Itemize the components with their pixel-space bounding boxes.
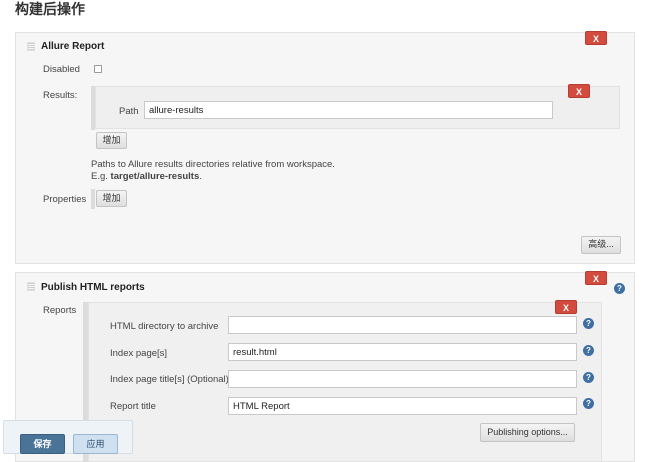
drag-handle-icon[interactable] xyxy=(27,42,35,51)
apply-button[interactable]: 应用 xyxy=(73,434,118,454)
hint-line-2: E.g. target/allure-results. xyxy=(91,171,202,182)
drag-handle-icon[interactable] xyxy=(27,282,35,291)
html-directory-label: HTML directory to archive xyxy=(110,321,219,332)
results-label: Results: xyxy=(43,90,78,101)
advanced-button[interactable]: 高级... xyxy=(581,236,621,254)
hint-end: . xyxy=(199,171,202,182)
report-title-input[interactable] xyxy=(228,397,577,415)
path-delete-button[interactable]: X xyxy=(568,84,590,98)
results-add-button[interactable]: 增加 xyxy=(96,132,127,149)
report-delete-button[interactable]: X xyxy=(555,300,577,314)
index-page-titles-input[interactable] xyxy=(228,370,577,388)
allure-report-title: Allure Report xyxy=(41,41,105,52)
path-input[interactable] xyxy=(144,101,553,119)
save-button[interactable]: 保存 xyxy=(20,434,65,454)
publish-html-delete-button[interactable]: X xyxy=(585,271,607,285)
path-label: Path xyxy=(119,106,139,117)
index-page-titles-label: Index page title[s] (Optional) xyxy=(110,374,229,385)
hint-example: target/allure-results xyxy=(110,171,200,182)
reports-label: Reports xyxy=(43,305,77,316)
publishing-options-button[interactable]: Publishing options... xyxy=(480,423,575,442)
html-directory-input[interactable] xyxy=(228,316,577,334)
properties-group-bar xyxy=(91,189,95,209)
disabled-label: Disabled xyxy=(43,64,80,75)
help-icon[interactable]: ? xyxy=(583,398,594,409)
help-icon[interactable]: ? xyxy=(583,372,594,383)
report-title-label: Report title xyxy=(110,401,156,412)
help-icon[interactable]: ? xyxy=(583,318,594,329)
section-title: 构建后操作 xyxy=(15,1,85,17)
properties-add-button[interactable]: 增加 xyxy=(96,190,127,207)
index-pages-label: Index page[s] xyxy=(110,348,168,359)
index-pages-input[interactable] xyxy=(228,343,577,361)
allure-delete-button[interactable]: X xyxy=(585,31,607,45)
properties-label: Properties xyxy=(43,194,87,205)
publish-html-title: Publish HTML reports xyxy=(41,282,145,293)
hint-line-1: Paths to Allure results directories rela… xyxy=(91,159,335,170)
help-icon[interactable]: ? xyxy=(583,345,594,356)
hint-eg: E.g. xyxy=(91,171,108,182)
disabled-checkbox[interactable] xyxy=(94,65,102,73)
help-icon[interactable]: ? xyxy=(614,283,625,294)
